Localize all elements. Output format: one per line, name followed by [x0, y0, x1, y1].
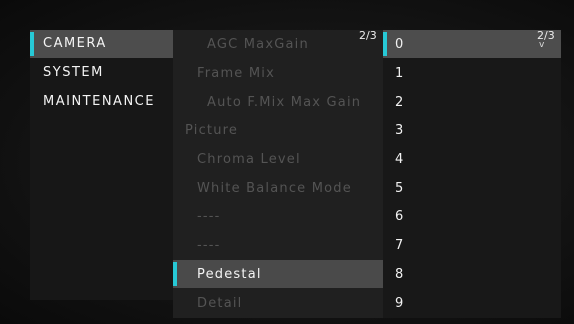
submenu-item-label: Chroma Level	[197, 152, 301, 167]
value-option-label: 4	[395, 152, 404, 167]
value-option-7[interactable]: 7	[383, 231, 561, 259]
submenu-item-detail[interactable]: Detail	[173, 289, 383, 317]
submenu-item-agc-maxgain[interactable]: AGC MaxGain	[173, 30, 383, 58]
value-option-2[interactable]: 2	[383, 88, 561, 116]
menu-item-label: SYSTEM	[43, 65, 104, 80]
submenu-item-placeholder[interactable]: ----	[173, 202, 383, 230]
submenu-item-label: Auto F.Mix Max Gain	[207, 95, 362, 110]
value-option-9[interactable]: 9	[383, 289, 561, 317]
submenu-section-picture: Picture	[173, 116, 383, 144]
value-option-label: 8	[395, 267, 404, 282]
submenu-item-label: AGC MaxGain	[207, 37, 309, 52]
submenu-item-label: Detail	[197, 296, 243, 311]
menu-item-maintenance[interactable]: MAINTENANCE	[30, 88, 173, 116]
value-option-label: 0	[395, 37, 404, 52]
value-option-label: 9	[395, 296, 404, 311]
value-option-4[interactable]: 4	[383, 145, 561, 173]
value-option-label: 7	[395, 238, 404, 253]
menu-item-label: CAMERA	[43, 36, 107, 51]
selection-indicator	[173, 262, 177, 286]
submenu-item-label: ----	[197, 238, 221, 253]
submenu-page-indicator: 2/3	[359, 29, 377, 42]
submenu-item-label: Frame Mix	[197, 66, 275, 81]
selection-indicator	[383, 32, 387, 56]
submenu-item-label: White Balance Mode	[197, 181, 352, 196]
menu-item-label: MAINTENANCE	[43, 94, 155, 109]
value-option-0[interactable]: 0	[383, 30, 561, 58]
value-option-6[interactable]: 6	[383, 202, 561, 230]
submenu-item-label: ----	[197, 209, 221, 224]
value-option-5[interactable]: 5	[383, 174, 561, 202]
value-option-1[interactable]: 1	[383, 59, 561, 87]
menu-item-camera[interactable]: CAMERA	[30, 30, 173, 58]
value-option-3[interactable]: 3	[383, 116, 561, 144]
osd-menu-screen: CAMERA SYSTEM MAINTENANCE AGC MaxGain Fr…	[0, 0, 574, 324]
submenu-item-frame-mix[interactable]: Frame Mix	[173, 59, 383, 87]
submenu-item-label: Picture	[185, 123, 239, 138]
value-option-label: 5	[395, 181, 404, 196]
selection-indicator	[30, 32, 34, 56]
value-option-8[interactable]: 8	[383, 260, 561, 288]
scroll-down-icon: v	[539, 40, 545, 50]
value-option-label: 2	[395, 95, 404, 110]
submenu-item-chroma-level[interactable]: Chroma Level	[173, 145, 383, 173]
value-option-label: 1	[395, 66, 404, 81]
submenu-item-label: Pedestal	[197, 267, 262, 282]
submenu-item-auto-fmix-max-gain[interactable]: Auto F.Mix Max Gain	[173, 88, 383, 116]
submenu-item-white-balance-mode[interactable]: White Balance Mode	[173, 174, 383, 202]
submenu-item-placeholder[interactable]: ----	[173, 231, 383, 259]
submenu-item-pedestal[interactable]: Pedestal	[173, 260, 383, 288]
value-option-label: 6	[395, 209, 404, 224]
value-option-label: 3	[395, 123, 404, 138]
menu-item-system[interactable]: SYSTEM	[30, 59, 173, 87]
